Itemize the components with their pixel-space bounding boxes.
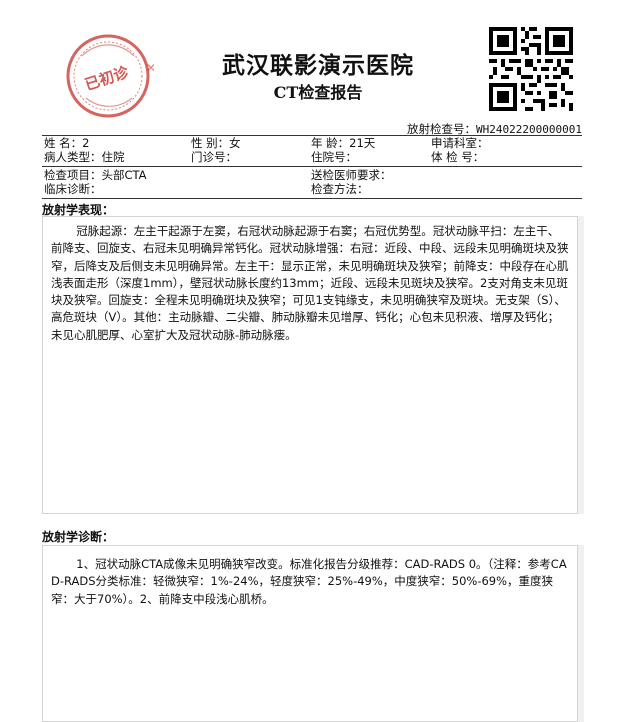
patient-sex: 性 别：女 xyxy=(191,137,241,150)
physical-exam-no: 体 检 号： xyxy=(431,151,484,164)
outpatient-no-label: 门诊号： xyxy=(191,150,237,164)
patient-type-value: 住院 xyxy=(101,150,125,164)
outpatient-no: 门诊号： xyxy=(191,151,237,164)
clinical-diagnosis: 临床诊断： xyxy=(44,183,102,196)
physical-exam-no-label: 体 检 号： xyxy=(431,150,485,164)
inpatient-no-label: 住院号： xyxy=(311,150,357,164)
findings-text[interactable]: 冠脉起源：左主干起源于左窦，右冠状动脉起源于右窦；右冠优势型。冠状动脉平扫：左主… xyxy=(42,216,578,514)
patient-age: 年 龄：21天 xyxy=(311,137,375,150)
patient-age-label: 年 龄： xyxy=(311,136,350,150)
request-dept-label: 申请科室： xyxy=(431,136,489,150)
doctor-requirement-label: 送检医师要求： xyxy=(311,168,392,182)
clinical-diagnosis-label: 临床诊断： xyxy=(44,182,102,196)
findings-scrollbar[interactable] xyxy=(578,216,584,514)
patient-sex-label: 性 别： xyxy=(191,136,230,150)
inpatient-no: 住院号： xyxy=(311,151,357,164)
diagnosis-text[interactable]: 1、冠状动脉CTA成像未见明确狭窄改变。标准化报告分级推荐：CAD-RADS 0… xyxy=(42,545,578,722)
exam-item: 检查项目：头部CTA xyxy=(44,169,147,182)
patient-type: 病人类型：住院 xyxy=(44,151,125,164)
diagnosis-scrollbar[interactable] xyxy=(578,545,584,722)
exam-method-label: 检查方法： xyxy=(311,182,369,196)
patient-age-value: 21天 xyxy=(349,136,376,150)
patient-sex-value: 女 xyxy=(229,136,241,150)
patient-type-label: 病人类型： xyxy=(44,150,102,164)
exam-method: 检查方法： xyxy=(311,183,369,196)
exam-item-label: 检查项目： xyxy=(44,168,102,182)
patient-name: 姓 名：2 xyxy=(44,137,89,150)
divider xyxy=(42,166,582,167)
request-dept: 申请科室： xyxy=(431,137,489,150)
divider xyxy=(42,198,582,199)
patient-name-label: 姓 名： xyxy=(44,136,83,150)
patient-name-value: 2 xyxy=(82,136,90,150)
qr-code xyxy=(489,27,573,111)
exam-item-value: 头部CTA xyxy=(101,168,147,182)
doctor-requirement: 送检医师要求： xyxy=(311,169,392,182)
diagnosis-title: 放射学诊断： xyxy=(42,530,115,544)
report-page: 已初诊 ✕ 武汉联影演示医院 CT检查报告 放射检查号：WH2402220000… xyxy=(0,0,636,722)
exam-number-label: 放射检查号： xyxy=(407,122,477,136)
